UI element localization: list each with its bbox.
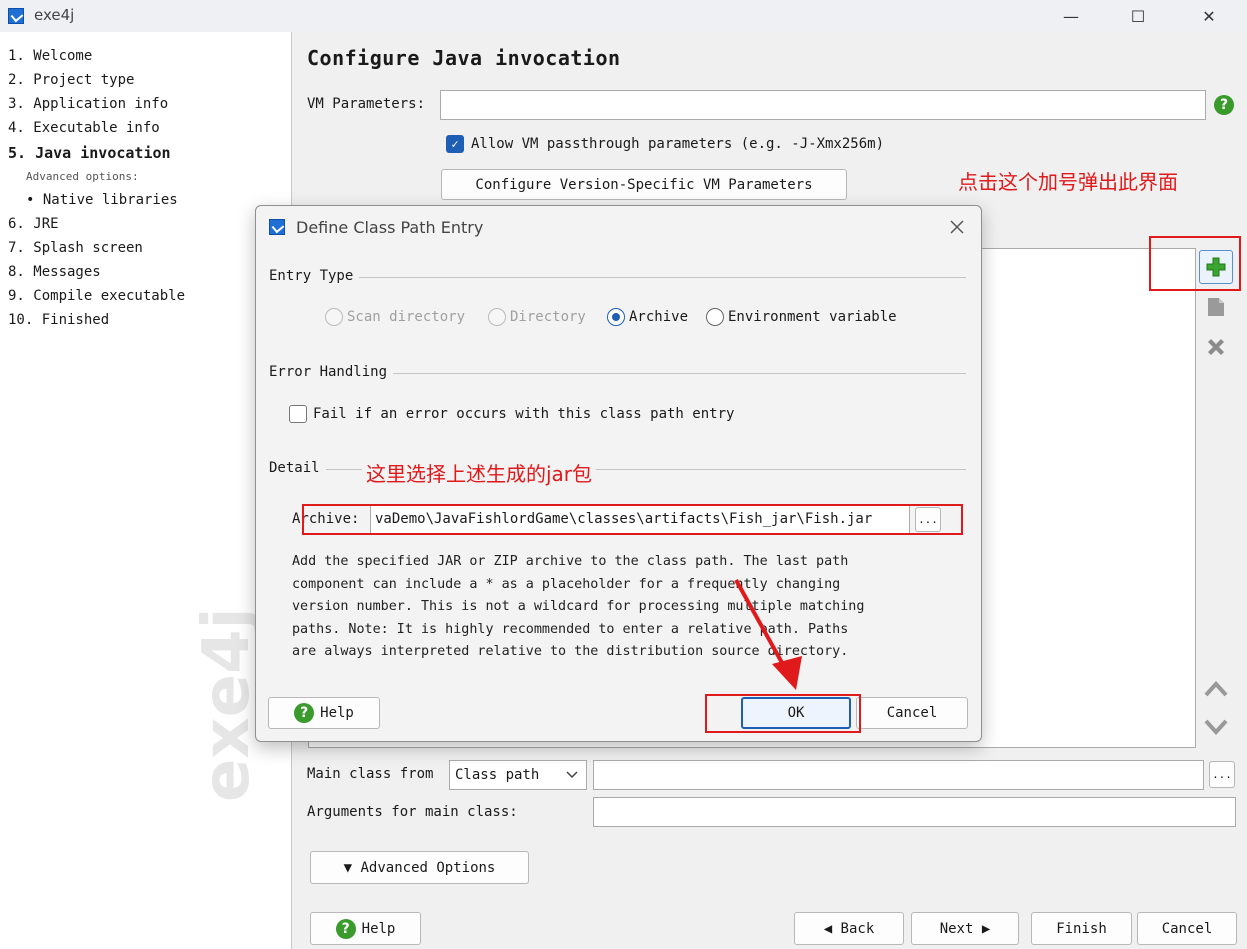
arguments-label: Arguments for main class: [307,804,518,820]
radio-environment-variable[interactable]: Environment variable [706,308,897,326]
main-class-source-select[interactable]: Class path [449,760,587,790]
annotation-plus-note: 点击这个加号弹出此界面 [958,170,1178,194]
finish-button[interactable]: Finish [1031,912,1132,945]
radio-environment-variable-control[interactable] [706,308,724,326]
vm-parameters-input[interactable] [440,90,1206,120]
help-icon: ? [294,703,315,723]
page-title: Configure Java invocation [307,46,621,70]
dialog-help-label: Help [320,705,354,721]
dialog-title: Define Class Path Entry [296,218,484,237]
window-title: exe4j [34,6,75,24]
nav-step-java-invocation[interactable]: 5. Java invocation [8,144,171,162]
annotation-box-plus [1149,236,1241,291]
archive-description: Add the specified JAR or ZIP archive to … [292,551,952,664]
chevron-down-icon [1204,719,1228,735]
description-line: component can include a * as a placehold… [292,576,841,592]
dialog-close-button[interactable] [944,214,970,240]
annotation-box-ok [705,694,861,733]
help-icon: ? [335,918,356,939]
nav-step-executable-info[interactable]: 4. Executable info [8,120,160,136]
main-class-input[interactable] [593,760,1204,790]
exe4j-watermark: exe4j [190,607,264,802]
allow-passthrough-label: Allow VM passthrough parameters (e.g. -J… [471,136,885,152]
radio-archive-label: Archive [629,309,689,325]
next-button[interactable]: Next ▶ [911,912,1019,945]
description-line: Add the specified JAR or ZIP archive to … [292,554,849,569]
remove-entry-button[interactable] [1199,330,1233,364]
entry-type-title: Entry Type [269,268,360,284]
radio-directory-label: Directory [510,309,586,325]
nav-step-splash-screen[interactable]: 7. Splash screen [8,240,143,256]
back-button[interactable]: ◀ Back [794,912,904,945]
title-bar: exe4j — ☐ ✕ [0,0,1247,32]
radio-environment-variable-label: Environment variable [728,309,897,325]
chevron-up-icon [1204,681,1228,697]
move-down-button[interactable] [1199,710,1233,744]
help-icon[interactable]: ? [1214,95,1234,115]
help-button[interactable]: ? Help [310,912,421,945]
exe4j-app-icon [8,8,24,24]
chevron-down-icon [566,771,578,779]
edit-document-icon [1208,298,1224,316]
allow-passthrough-checkbox[interactable]: ✓ [446,135,464,153]
radio-scan-directory-control[interactable] [325,308,343,326]
main-class-browse-button[interactable]: ... [1209,761,1235,788]
description-line: are always interpreted relative to the d… [292,644,849,660]
nav-step-application-info[interactable]: 3. Application info [8,96,168,112]
cancel-button[interactable]: Cancel [1137,912,1237,945]
vm-parameters-label: VM Parameters: [307,96,426,112]
radio-scan-directory[interactable]: Scan directory [325,308,465,326]
advanced-options-button[interactable]: ▼ Advanced Options [310,851,529,884]
delete-x-icon [1208,339,1224,355]
nav-step-jre[interactable]: 6. JRE [8,216,59,232]
wizard-steps-nav: 1. Welcome 2. Project type 3. Applicatio… [0,32,292,949]
nav-advanced-options-label: Advanced options: [26,170,139,183]
entry-type-divider [270,277,966,278]
fail-on-error-label: Fail if an error occurs with this class … [313,406,735,422]
annotation-jar-note: 这里选择上述生成的jar包 [362,458,597,487]
main-class-source-value: Class path [455,767,540,783]
edit-entry-button[interactable] [1199,290,1233,324]
main-class-from-label: Main class from [307,766,434,782]
nav-step-finished[interactable]: 10. Finished [8,312,109,328]
radio-archive[interactable]: Archive [607,308,688,326]
minimize-button[interactable]: — [1048,0,1094,32]
description-line: version number. This is not a wildcard f… [292,599,865,615]
fail-on-error-checkbox[interactable] [289,405,307,423]
radio-scan-directory-label: Scan directory [347,309,466,325]
nav-step-project-type[interactable]: 2. Project type [8,72,134,88]
dialog-help-button[interactable]: ? Help [268,697,380,729]
annotation-box-archive [302,504,963,535]
nav-step-messages[interactable]: 8. Messages [8,264,101,280]
error-handling-title: Error Handling [269,364,394,380]
close-button[interactable]: ✕ [1186,0,1232,32]
arguments-input[interactable] [593,797,1236,827]
radio-directory[interactable]: Directory [488,308,586,326]
dialog-cancel-button[interactable]: Cancel [856,697,968,729]
maximize-button[interactable]: ☐ [1115,0,1161,32]
nav-step-compile-executable[interactable]: 9. Compile executable [8,288,185,304]
radio-directory-control[interactable] [488,308,506,326]
radio-archive-control[interactable] [607,308,625,326]
dialog-app-icon [269,219,285,235]
nav-step-welcome[interactable]: 1. Welcome [8,48,92,64]
nav-native-libraries[interactable]: • Native libraries [26,192,178,208]
configure-version-specific-button[interactable]: Configure Version-Specific VM Parameters [441,169,847,200]
description-line: paths. Note: It is highly recommended to… [292,621,849,637]
detail-title: Detail [269,460,326,476]
close-icon [950,220,964,234]
move-up-button[interactable] [1199,672,1233,706]
annotation-arrow [734,579,802,690]
help-button-label: Help [361,920,396,937]
